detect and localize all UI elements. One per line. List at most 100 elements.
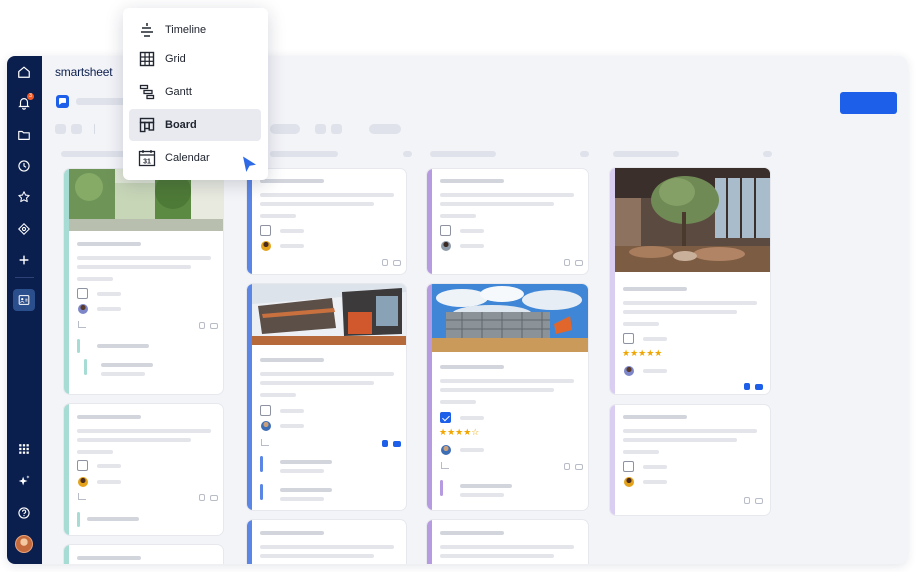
board-card[interactable] [427,169,588,274]
board-card[interactable]: ★★★★★ [610,168,770,394]
avatar [15,535,33,553]
card-field [460,229,484,233]
column-menu[interactable] [763,151,772,157]
board-card[interactable] [64,545,223,564]
subtask-bar [440,480,443,496]
notification-badge: 3 [27,93,34,100]
help-icon[interactable] [13,502,35,524]
card-title [77,556,141,560]
toolbar-item[interactable] [71,124,82,134]
board-card[interactable] [64,404,223,535]
comment-icon[interactable] [393,441,401,447]
board-card[interactable] [64,169,223,394]
attachment-icon[interactable] [564,463,570,470]
attachment-icon[interactable] [199,494,205,501]
assignee-avatar [441,241,451,251]
toolbar-item[interactable] [315,124,326,134]
card-checkbox-checked[interactable] [440,412,451,423]
bell-icon[interactable]: 3 [13,92,35,114]
board-card[interactable]: ★★★★☆ [427,284,588,510]
card-text [260,554,374,558]
folder-icon[interactable] [13,124,35,146]
subtask-bar [260,456,263,472]
board-card[interactable] [247,169,406,274]
toolbar-item[interactable] [331,124,342,134]
card-title [260,179,324,183]
subtask-bar [84,359,87,375]
ai-sparkle-icon[interactable] [13,470,35,492]
sidebar: 3 [7,56,42,564]
home-icon[interactable] [13,61,35,83]
attachment-icon[interactable] [744,383,750,390]
card-image-interior [615,168,770,272]
toolbar-item[interactable] [55,124,66,134]
calendar-day: 31 [143,158,151,165]
attachment-icon[interactable] [382,440,388,447]
comment-icon[interactable] [575,260,583,266]
menu-item-gantt[interactable]: Gantt [129,76,261,108]
card-field [460,244,484,248]
attachment-icon[interactable] [744,497,750,504]
card-title [440,531,504,535]
share-button[interactable] [840,92,897,114]
card-checkbox[interactable] [623,333,634,344]
card-checkbox[interactable] [623,461,634,472]
comment-icon[interactable] [575,464,583,470]
card-checkbox[interactable] [260,225,271,236]
comment-icon[interactable] [755,384,763,390]
card-field [97,464,121,468]
apps-grid-icon[interactable] [13,438,35,460]
card-checkbox[interactable] [440,225,451,236]
assignee-avatar [624,366,634,376]
plus-icon[interactable] [13,249,35,271]
card-checkbox[interactable] [260,405,271,416]
star-icon[interactable] [13,186,35,208]
clock-icon[interactable] [13,155,35,177]
card-color-bar [427,169,432,274]
comment-icon[interactable] [393,260,401,266]
attachment-icon[interactable] [564,259,570,266]
workspace-icon[interactable] [13,289,35,311]
menu-item-label: Board [165,119,197,131]
card-checkbox[interactable] [77,460,88,471]
rating-stars[interactable]: ★★★★★ [622,349,662,359]
card-text [77,450,113,454]
card-text [77,256,211,260]
toolbar-item[interactable] [369,124,401,134]
card-title [260,358,324,362]
menu-item-board[interactable]: Board [129,109,261,141]
solutions-icon[interactable] [13,218,35,240]
card-field [97,292,121,296]
card-text [260,381,374,385]
board-card[interactable] [427,520,588,564]
toolbar-item[interactable] [270,124,300,134]
menu-item-label: Grid [165,53,186,65]
comment-icon[interactable] [755,498,763,504]
calendar-icon: 31 [138,149,156,167]
rating-stars[interactable]: ★★★★☆ [439,428,479,438]
card-text [440,379,574,383]
comment-icon[interactable] [210,323,218,329]
comment-icon[interactable] [210,495,218,501]
timeline-icon [138,21,156,39]
card-title [77,242,141,246]
column-menu[interactable] [580,151,589,157]
board-card[interactable] [247,284,406,510]
board-card[interactable] [247,520,406,564]
menu-item-grid[interactable]: Grid [129,43,261,75]
board-card[interactable] [610,405,770,515]
menu-item-timeline[interactable]: Timeline [129,14,261,46]
attachment-icon[interactable] [199,322,205,329]
card-image-construction [432,284,588,352]
card-text [260,545,394,549]
column-menu[interactable] [403,151,412,157]
user-avatar[interactable] [13,533,35,555]
card-color-bar [247,169,252,274]
card-checkbox[interactable] [77,288,88,299]
assignee-avatar [624,477,634,487]
assignee-avatar [78,304,88,314]
attachment-icon[interactable] [382,259,388,266]
gantt-icon [138,83,156,101]
subtask-title [280,460,332,464]
card-text [623,450,659,454]
